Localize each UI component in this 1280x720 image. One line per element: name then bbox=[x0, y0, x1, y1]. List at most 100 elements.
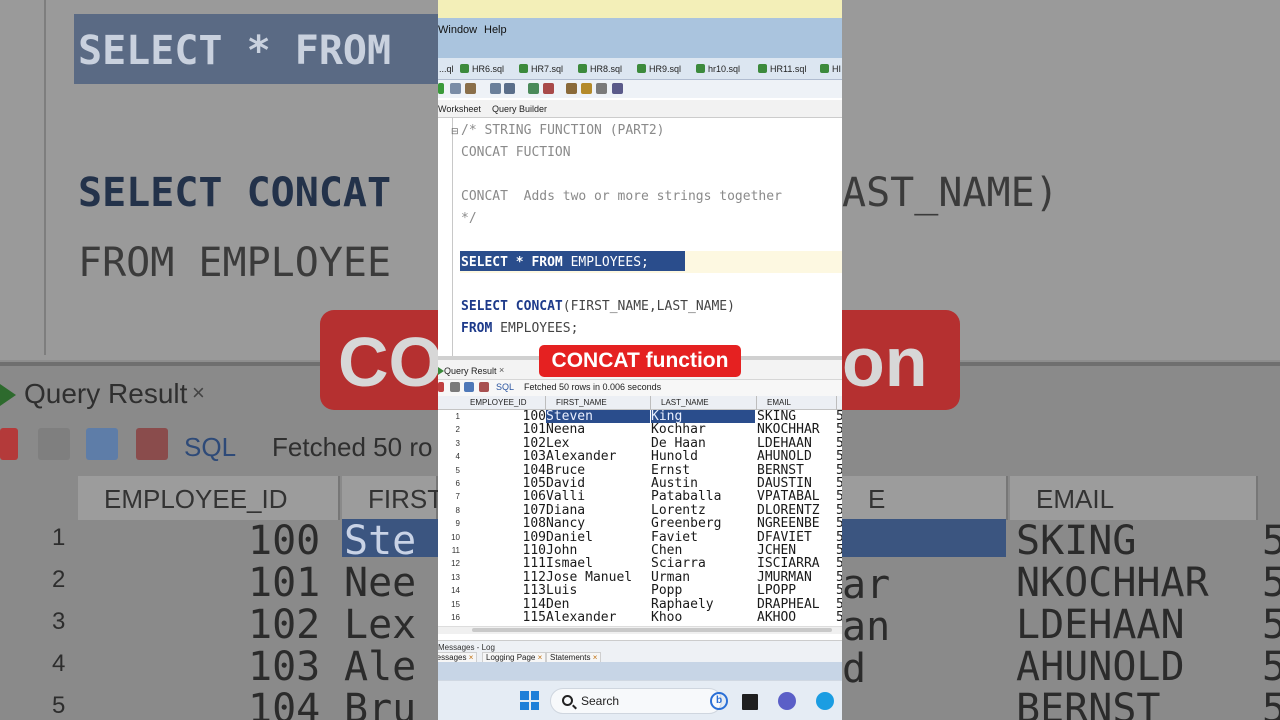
cell-next-column[interactable]: 5 bbox=[836, 504, 842, 517]
cell-email[interactable]: JCHEN bbox=[757, 544, 835, 557]
cell-last-name[interactable]: Sciarra bbox=[651, 557, 755, 570]
cell-next-column[interactable]: 5 bbox=[836, 490, 842, 503]
cell-last-name[interactable]: Greenberg bbox=[651, 517, 755, 530]
code-concat-line[interactable]: SELECT CONCAT(FIRST_NAME,LAST_NAME) bbox=[461, 299, 735, 314]
cell-next-column[interactable]: 5 bbox=[836, 477, 842, 490]
cell-next-column[interactable]: 5 bbox=[836, 611, 842, 624]
cell-email[interactable]: DRAPHEAL bbox=[757, 598, 835, 611]
cell-last-name[interactable]: Chen bbox=[651, 544, 755, 557]
file-tab[interactable]: HI bbox=[820, 64, 841, 74]
task-view-icon[interactable] bbox=[742, 694, 758, 710]
row-number[interactable]: 9 bbox=[438, 519, 460, 528]
format-icon[interactable] bbox=[612, 83, 623, 94]
eraser-icon[interactable] bbox=[581, 83, 592, 94]
row-number[interactable]: 2 bbox=[438, 425, 460, 434]
row-number[interactable]: 15 bbox=[438, 600, 460, 609]
cell-last-name[interactable]: Urman bbox=[651, 571, 755, 584]
cell-employee-id[interactable]: 115 bbox=[468, 611, 546, 624]
cell-email[interactable]: LPOPP bbox=[757, 584, 835, 597]
tab-query-builder[interactable]: Query Builder bbox=[492, 104, 547, 114]
results-grid[interactable]: 1 100 Steven King SKING 5 2 101 Neena Kochhar NKOC… bbox=[438, 410, 842, 626]
close-icon[interactable]: × bbox=[499, 365, 504, 375]
cell-next-column[interactable]: 5 bbox=[836, 544, 842, 557]
table-row[interactable]: 7 106 Valli Pataballa VPATABAL 5 bbox=[438, 490, 842, 503]
cell-last-name[interactable]: Khoo bbox=[651, 611, 755, 624]
table-row[interactable]: 16 115 Alexander Khoo AKHOO 5 bbox=[438, 611, 842, 624]
refresh-icon[interactable] bbox=[464, 382, 474, 392]
cell-email[interactable]: AKHOO bbox=[757, 611, 835, 624]
column-header[interactable]: LAST_NAME bbox=[651, 396, 757, 410]
cell-first-name[interactable]: Steven bbox=[546, 410, 650, 423]
table-row[interactable]: 3 102 Lex De Haan LDEHAAN 5 bbox=[438, 437, 842, 450]
cell-employee-id[interactable]: 111 bbox=[468, 557, 546, 570]
cell-next-column[interactable]: 5 bbox=[836, 423, 842, 436]
cell-employee-id[interactable]: 102 bbox=[468, 437, 546, 450]
tab-worksheet[interactable]: Worksheet bbox=[438, 104, 481, 114]
row-number[interactable]: 3 bbox=[438, 439, 460, 448]
row-number[interactable]: 4 bbox=[438, 452, 460, 461]
cell-first-name[interactable]: Daniel bbox=[546, 531, 650, 544]
cell-email[interactable]: DAUSTIN bbox=[757, 477, 835, 490]
sql-button[interactable]: SQL bbox=[496, 382, 514, 392]
code-select-all-line[interactable]: SELECT * FROM EMPLOYEES; bbox=[461, 255, 649, 270]
cell-next-column[interactable]: 5 bbox=[836, 410, 842, 423]
cell-employee-id[interactable]: 106 bbox=[468, 490, 546, 503]
cell-last-name[interactable]: De Haan bbox=[651, 437, 755, 450]
cell-last-name[interactable]: Hunold bbox=[651, 450, 755, 463]
windows-start-icon[interactable] bbox=[520, 691, 539, 710]
cell-last-name[interactable]: Kochhar bbox=[651, 423, 755, 436]
sql-tuning-icon[interactable] bbox=[504, 83, 515, 94]
cell-next-column[interactable]: 5 bbox=[836, 531, 842, 544]
code-from-line[interactable]: FROM EMPLOYEES; bbox=[461, 321, 578, 336]
row-number[interactable]: 16 bbox=[438, 613, 460, 622]
autotrace-icon[interactable] bbox=[490, 83, 501, 94]
table-row[interactable]: 14 113 Luis Popp LPOPP 5 bbox=[438, 584, 842, 597]
cell-email[interactable]: NGREENBE bbox=[757, 517, 835, 530]
cell-employee-id[interactable]: 108 bbox=[468, 517, 546, 530]
cell-first-name[interactable]: Jose Manuel bbox=[546, 571, 650, 584]
column-header[interactable]: EMAIL bbox=[757, 396, 837, 410]
run-script-icon[interactable] bbox=[450, 83, 461, 94]
table-row[interactable]: 1 100 Steven King SKING 5 bbox=[438, 410, 842, 423]
cell-email[interactable]: SKING bbox=[757, 410, 835, 423]
row-number[interactable]: 7 bbox=[438, 492, 460, 501]
table-row[interactable]: 6 105 David Austin DAUSTIN 5 bbox=[438, 477, 842, 490]
teams-icon[interactable] bbox=[778, 692, 796, 710]
row-number[interactable]: 12 bbox=[438, 559, 460, 568]
row-number[interactable]: 11 bbox=[438, 546, 460, 555]
cell-next-column[interactable]: 5 bbox=[836, 464, 842, 477]
cell-first-name[interactable]: Bruce bbox=[546, 464, 650, 477]
explain-plan-icon[interactable] bbox=[465, 83, 476, 94]
cell-first-name[interactable]: Diana bbox=[546, 504, 650, 517]
cell-email[interactable]: ISCIARRA bbox=[757, 557, 835, 570]
row-number[interactable]: 14 bbox=[438, 586, 460, 595]
cancel-fetch-icon[interactable] bbox=[479, 382, 489, 392]
cell-employee-id[interactable]: 104 bbox=[468, 464, 546, 477]
table-row[interactable]: 8 107 Diana Lorentz DLORENTZ 5 bbox=[438, 504, 842, 517]
file-tab[interactable]: HR11.sql bbox=[758, 64, 806, 74]
cell-employee-id[interactable]: 114 bbox=[468, 598, 546, 611]
cell-next-column[interactable]: 5 bbox=[836, 557, 842, 570]
cell-email[interactable]: AHUNOLD bbox=[757, 450, 835, 463]
cell-next-column[interactable]: 5 bbox=[836, 571, 842, 584]
cell-next-column[interactable]: 5 bbox=[836, 517, 842, 530]
cell-last-name[interactable]: Popp bbox=[651, 584, 755, 597]
cell-email[interactable]: DFAVIET bbox=[757, 531, 835, 544]
file-tab[interactable]: HR7.sql bbox=[519, 64, 563, 74]
cell-first-name[interactable]: Alexander bbox=[546, 611, 650, 624]
cell-first-name[interactable]: Neena bbox=[546, 423, 650, 436]
row-number[interactable]: 5 bbox=[438, 466, 460, 475]
cell-first-name[interactable]: Luis bbox=[546, 584, 650, 597]
cell-employee-id[interactable]: 105 bbox=[468, 477, 546, 490]
table-row[interactable]: 2 101 Neena Kochhar NKOCHHAR 5 bbox=[438, 423, 842, 436]
table-row[interactable]: 9 108 Nancy Greenberg NGREENBE 5 bbox=[438, 517, 842, 530]
cell-next-column[interactable]: 5 bbox=[836, 598, 842, 611]
cell-employee-id[interactable]: 112 bbox=[468, 571, 546, 584]
cell-first-name[interactable]: Den bbox=[546, 598, 650, 611]
fold-icon[interactable]: ⊟ bbox=[451, 126, 459, 137]
cell-email[interactable]: LDEHAAN bbox=[757, 437, 835, 450]
file-tab[interactable]: HR8.sql bbox=[578, 64, 622, 74]
cell-first-name[interactable]: Alexander bbox=[546, 450, 650, 463]
row-number[interactable]: 1 bbox=[438, 412, 460, 421]
file-tab[interactable]: hr10.sql bbox=[696, 64, 740, 74]
